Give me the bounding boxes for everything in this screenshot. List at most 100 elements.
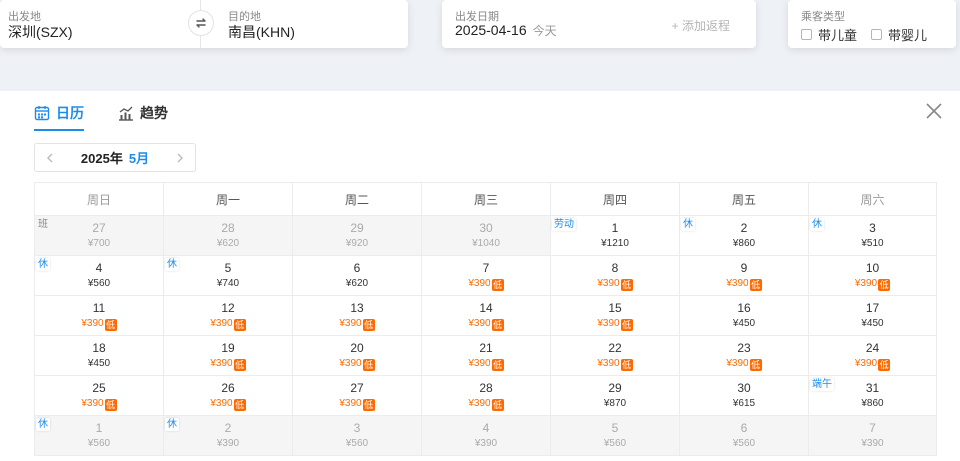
- destination-value[interactable]: 南昌(KHN): [228, 22, 295, 42]
- calendar-week-row: 18 ¥450 19 ¥390 低 20 ¥390 低 21 ¥390 低 22 ¥390 低 23 ¥390…: [34, 336, 937, 376]
- with-child-option[interactable]: 带儿童: [801, 25, 857, 44]
- calendar-day[interactable]: 8 ¥390 低: [550, 256, 679, 296]
- calendar-day[interactable]: 10 ¥390 低: [808, 256, 937, 296]
- day-number: 11: [92, 301, 106, 315]
- calendar-day[interactable]: 休 3 ¥510: [808, 216, 937, 256]
- day-price-value: ¥615: [732, 398, 756, 409]
- calendar-day[interactable]: 11 ¥390 低: [34, 296, 163, 336]
- day-number: 5: [224, 261, 232, 275]
- calendar-day[interactable]: 18 ¥450: [34, 336, 163, 376]
- day-number: 5: [611, 421, 619, 435]
- calendar-day[interactable]: 17 ¥450: [808, 296, 937, 336]
- prev-month-button[interactable]: [43, 151, 57, 165]
- weekday-header-cell: 周四: [550, 182, 679, 216]
- passenger-card: 乘客类型 带儿童 带婴儿: [788, 0, 956, 48]
- price-calendar-panel: 日历 趋势 2025年 5月 周日 周一 周二 周三 周四 周五 周六 班 27…: [0, 91, 960, 461]
- calendar-day[interactable]: 14 ¥390 低: [421, 296, 550, 336]
- day-number: 30: [737, 381, 751, 395]
- low-price-badge: 低: [620, 279, 633, 291]
- calendar-day-outside-month: 5 ¥560: [550, 416, 679, 456]
- next-month-button[interactable]: [173, 151, 187, 165]
- day-price-value: ¥390: [339, 358, 362, 369]
- calendar-day[interactable]: 6 ¥620: [292, 256, 421, 296]
- day-number: 16: [737, 301, 751, 315]
- calendar-day[interactable]: 劳动 1 ¥1210: [550, 216, 679, 256]
- tab-trend[interactable]: 趋势: [118, 101, 168, 125]
- calendar-day[interactable]: 端午 31 ¥860: [808, 376, 937, 416]
- day-number: 4: [95, 261, 103, 275]
- calendar-day[interactable]: 休 5 ¥740: [163, 256, 292, 296]
- day-price: ¥390 低: [164, 318, 292, 331]
- day-number: 6: [740, 421, 748, 435]
- calendar-day[interactable]: 30 ¥615: [679, 376, 808, 416]
- calendar-day[interactable]: 休 4 ¥560: [34, 256, 163, 296]
- day-number: 8: [611, 261, 619, 275]
- day-number: 7: [482, 261, 490, 275]
- day-price-value: ¥390: [216, 438, 240, 449]
- low-price-badge: 低: [491, 359, 504, 371]
- low-price-badge: 低: [233, 399, 246, 411]
- calendar-icon: [34, 106, 50, 121]
- calendar-day[interactable]: 9 ¥390 低: [679, 256, 808, 296]
- calendar-day[interactable]: 15 ¥390 低: [550, 296, 679, 336]
- day-number: 30: [479, 221, 493, 235]
- day-price-value: ¥390: [854, 278, 878, 289]
- calendar-day[interactable]: 13 ¥390 低: [292, 296, 421, 336]
- day-number: 21: [479, 341, 493, 355]
- swap-route-button[interactable]: [188, 10, 214, 36]
- day-price-value: ¥390: [474, 438, 498, 449]
- day-number: 15: [608, 301, 622, 315]
- day-price: ¥390 低: [551, 318, 679, 331]
- departure-date-field[interactable]: 出发日期 2025-04-16 今天: [455, 0, 655, 48]
- calendar-day[interactable]: 19 ¥390 低: [163, 336, 292, 376]
- day-price: ¥1210: [551, 238, 679, 249]
- calendar-day[interactable]: 16 ¥450: [679, 296, 808, 336]
- swap-icon: [196, 18, 206, 28]
- day-price-value: ¥450: [861, 318, 884, 329]
- day-price: ¥390 低: [809, 358, 936, 371]
- day-price-value: ¥620: [345, 278, 369, 289]
- calendar-day[interactable]: 26 ¥390 低: [163, 376, 292, 416]
- day-price-value: ¥450: [732, 318, 756, 329]
- calendar-day[interactable]: 20 ¥390 低: [292, 336, 421, 376]
- calendar-day[interactable]: 28 ¥390 低: [421, 376, 550, 416]
- calendar-week-row: 休 1 ¥560 休 2 ¥390 3 ¥560 4 ¥390 5 ¥560 6 ¥560 7 ¥390: [34, 416, 937, 456]
- day-number: 2: [740, 221, 748, 235]
- tab-calendar[interactable]: 日历: [34, 101, 84, 131]
- calendar-day[interactable]: 29 ¥870: [550, 376, 679, 416]
- with-infant-checkbox[interactable]: [871, 29, 883, 40]
- calendar-day[interactable]: 25 ¥390 低: [34, 376, 163, 416]
- calendar-day[interactable]: 27 ¥390 低: [292, 376, 421, 416]
- calendar-day[interactable]: 7 ¥390 低: [421, 256, 550, 296]
- day-price: ¥560: [680, 438, 808, 449]
- tab-trend-label: 趋势: [140, 105, 168, 121]
- day-price: ¥390 低: [35, 398, 163, 411]
- calendar-day[interactable]: 21 ¥390 低: [421, 336, 550, 376]
- calendar-day[interactable]: 12 ¥390 低: [163, 296, 292, 336]
- chevron-left-icon: [47, 153, 53, 162]
- day-price-value: ¥700: [87, 238, 111, 249]
- calendar-day[interactable]: 22 ¥390 低: [550, 336, 679, 376]
- add-return-button[interactable]: + 添加返程: [672, 17, 730, 34]
- month-text: 5月: [128, 151, 150, 166]
- low-price-badge: 低: [233, 319, 246, 331]
- calendar-day[interactable]: 23 ¥390 低: [679, 336, 808, 376]
- close-button[interactable]: [924, 101, 944, 121]
- day-price: ¥390 低: [551, 358, 679, 371]
- destination-field[interactable]: 目的地 南昌(KHN): [228, 0, 398, 48]
- departure-field[interactable]: 出发地 深圳(SZX): [8, 0, 188, 48]
- day-price: ¥390 低: [551, 278, 679, 291]
- day-number: 24: [865, 341, 880, 355]
- day-price-value: ¥390: [468, 358, 491, 369]
- with-child-checkbox[interactable]: [801, 29, 812, 40]
- trend-chart-icon: [119, 106, 133, 121]
- day-price-value: ¥920: [345, 238, 369, 249]
- with-infant-option[interactable]: 带婴儿: [871, 25, 927, 44]
- departure-value[interactable]: 深圳(SZX): [8, 22, 73, 42]
- weekday-header: 周日 周一 周二 周三 周四 周五 周六: [34, 182, 937, 216]
- calendar-day[interactable]: 休 2 ¥860: [679, 216, 808, 256]
- departure-date-value[interactable]: 2025-04-16 今天: [455, 22, 557, 39]
- day-price-value: ¥390: [81, 318, 104, 329]
- low-price-badge: 低: [491, 319, 504, 331]
- calendar-day[interactable]: 24 ¥390 低: [808, 336, 937, 376]
